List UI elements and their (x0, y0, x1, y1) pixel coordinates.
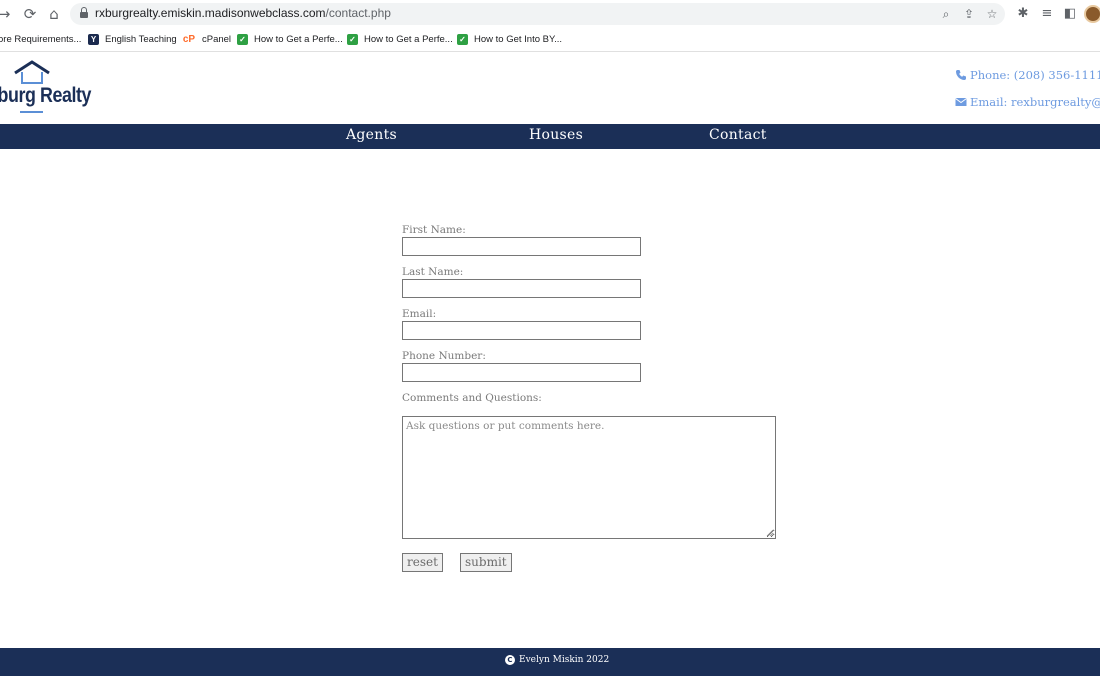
address-bar[interactable]: rxburgrealty.emiskin.madisonwebclass.com… (70, 3, 1005, 25)
bookmark-label: How to Get a Perfe... (364, 33, 453, 45)
bookmark-label: How to Get Into BY... (474, 33, 563, 45)
url-domain: rxburgrealty.emiskin.madisonwebclass.com (95, 6, 326, 20)
nav-houses[interactable]: Houses (529, 127, 583, 143)
forward-arrow-icon[interactable]: → (0, 4, 14, 24)
footer-copyright: C Evelyn Miskin 2022 (505, 655, 609, 665)
bookmark-item[interactable]: Y English Teaching (88, 32, 177, 46)
reset-button[interactable]: reset (402, 553, 443, 572)
bookmark-item[interactable]: ore Requirements... (0, 32, 81, 46)
main-nav: Agents Houses Contact (0, 124, 1100, 149)
last-name-field[interactable] (402, 279, 641, 298)
email-text[interactable]: Email: rexburgrealty@gma (970, 95, 1100, 109)
logo-underline (20, 111, 43, 113)
url-path: /contact.php (325, 6, 391, 20)
comments-label: Comments and Questions: (402, 392, 542, 404)
bookmark-label: cPanel (202, 33, 232, 45)
bookmark-label: English Teaching (105, 33, 177, 45)
phone-label: Phone Number: (402, 350, 486, 362)
phone-text: Phone: (208) 356-1111 (970, 68, 1100, 82)
phone-contact: Phone: (208) 356-1111 (955, 68, 1100, 82)
bookmark-label: How to Get a Perfe... (254, 33, 343, 45)
footer-text: Evelyn Miskin 2022 (519, 655, 610, 665)
house-logo-icon[interactable] (14, 60, 50, 86)
email-contact: Email: rexburgrealty@gma (955, 95, 1100, 109)
byu-icon: Y (88, 33, 99, 45)
email-field[interactable] (402, 321, 641, 340)
bookmark-label: ore Requirements... (0, 33, 82, 45)
url-text[interactable]: rxburgrealty.emiskin.madisonwebclass.com… (95, 6, 391, 20)
media-control-icon[interactable]: ≡ (1038, 5, 1056, 23)
logo-text[interactable]: xburg Realty (0, 84, 91, 108)
cpanel-icon: cP (182, 33, 196, 45)
home-icon[interactable]: ⌂ (44, 4, 64, 24)
comments-textarea[interactable] (402, 416, 776, 539)
star-icon[interactable]: ☆ (984, 6, 1000, 22)
first-name-field[interactable] (402, 237, 641, 256)
email-label: Email: (402, 308, 437, 320)
reload-icon[interactable]: ⟳ (20, 4, 40, 24)
check-icon: ✓ (237, 33, 248, 45)
bookmark-item[interactable]: ✓ How to Get Into BY... (457, 32, 562, 46)
bookmark-item[interactable]: ✓ How to Get a Perfe... (347, 32, 453, 46)
extensions-icon[interactable]: ✱ (1014, 5, 1032, 23)
bookmark-item[interactable]: cP cPanel (182, 32, 231, 46)
site-footer: C Evelyn Miskin 2022 (0, 648, 1100, 676)
copyright-icon: C (505, 655, 515, 665)
browser-toolbar: → ⟳ ⌂ rxburgrealty.emiskin.madisonwebcla… (0, 0, 1100, 28)
nav-contact[interactable]: Contact (709, 127, 767, 143)
first-name-label: First Name: (402, 224, 466, 236)
share-icon[interactable]: ⇪ (961, 6, 977, 22)
nav-agents[interactable]: Agents (346, 127, 397, 143)
last-name-label: Last Name: (402, 266, 464, 278)
side-panel-icon[interactable]: ◧ (1061, 5, 1079, 23)
bookmarks-bar: ore Requirements... Y English Teaching cP… (0, 29, 1100, 49)
profile-avatar[interactable] (1084, 5, 1100, 23)
check-icon: ✓ (457, 33, 468, 45)
envelope-icon (955, 98, 967, 106)
resize-grip-icon[interactable] (766, 529, 774, 537)
check-icon: ✓ (347, 33, 358, 45)
site-header: xburg Realty Phone: (208) 356-1111 Email… (0, 52, 1100, 124)
browser-chrome: → ⟳ ⌂ rxburgrealty.emiskin.madisonwebcla… (0, 0, 1100, 52)
bookmark-item[interactable]: ✓ How to Get a Perfe... (237, 32, 343, 46)
zoom-icon[interactable]: ⌕ (938, 6, 954, 22)
lock-icon (80, 7, 88, 18)
phone-field[interactable] (402, 363, 641, 382)
phone-icon (956, 70, 966, 80)
submit-button[interactable]: submit (460, 553, 512, 572)
